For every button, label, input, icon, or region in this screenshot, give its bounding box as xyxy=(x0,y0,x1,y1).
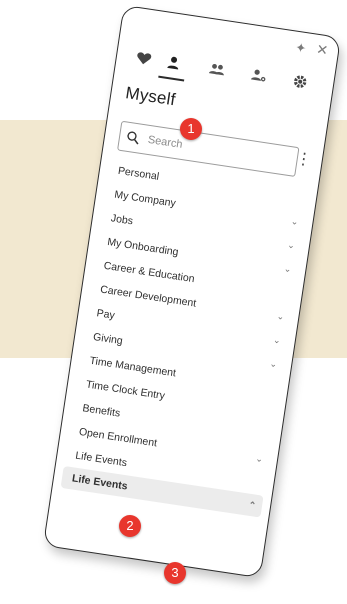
callout-marker-1: 1 xyxy=(180,118,202,140)
chevron-up-icon[interactable]: ⌃ xyxy=(247,494,258,517)
chevron-down-icon[interactable]: ⌄ xyxy=(268,351,279,376)
gear-icon xyxy=(294,75,307,88)
menu-item-label: My Company xyxy=(113,188,177,210)
page-title: Myself xyxy=(124,83,177,110)
menu-item-label: Personal xyxy=(117,164,160,183)
search-input[interactable] xyxy=(144,132,290,168)
person-icon xyxy=(167,56,179,70)
search-icon xyxy=(127,131,139,145)
menu-item-label: Pay xyxy=(95,307,116,322)
tab-settings[interactable] xyxy=(283,65,317,99)
heart-icon xyxy=(137,52,152,65)
tab-access[interactable] xyxy=(242,58,276,92)
person-key-icon xyxy=(250,69,266,82)
pin-icon[interactable]: ✦ xyxy=(294,40,307,57)
people-icon xyxy=(208,63,224,76)
chevron-down-icon[interactable]: ⌄ xyxy=(254,446,265,471)
close-icon[interactable]: ✕ xyxy=(315,41,329,60)
tab-favorites[interactable] xyxy=(127,41,161,75)
menu-item-label: Giving xyxy=(92,330,124,348)
chevron-down-icon[interactable]: ⌄ xyxy=(275,304,286,329)
callout-marker-3: 3 xyxy=(164,562,186,584)
nav-menu: Personal My Company ⌄ Jobs ⌄ My Onboarding… xyxy=(53,156,318,519)
chevron-down-icon[interactable]: ⌄ xyxy=(289,209,300,234)
menu-item-label: Jobs xyxy=(110,212,134,228)
callout-marker-2: 2 xyxy=(119,515,141,537)
chevron-down-icon[interactable]: ⌄ xyxy=(271,328,282,353)
chevron-down-icon[interactable]: ⌄ xyxy=(282,256,293,281)
tab-myself[interactable] xyxy=(157,46,191,80)
menu-item-label: Benefits xyxy=(81,402,121,420)
tab-team[interactable] xyxy=(200,52,234,86)
menu-item-label: Life Events xyxy=(71,472,129,493)
side-panel: ✦ ✕ Myself ⋮ Personal My Company⌄ Jobs⌄ … xyxy=(42,4,342,579)
menu-item-label: Life Events xyxy=(74,449,128,470)
chevron-down-icon[interactable]: ⌄ xyxy=(286,233,297,258)
